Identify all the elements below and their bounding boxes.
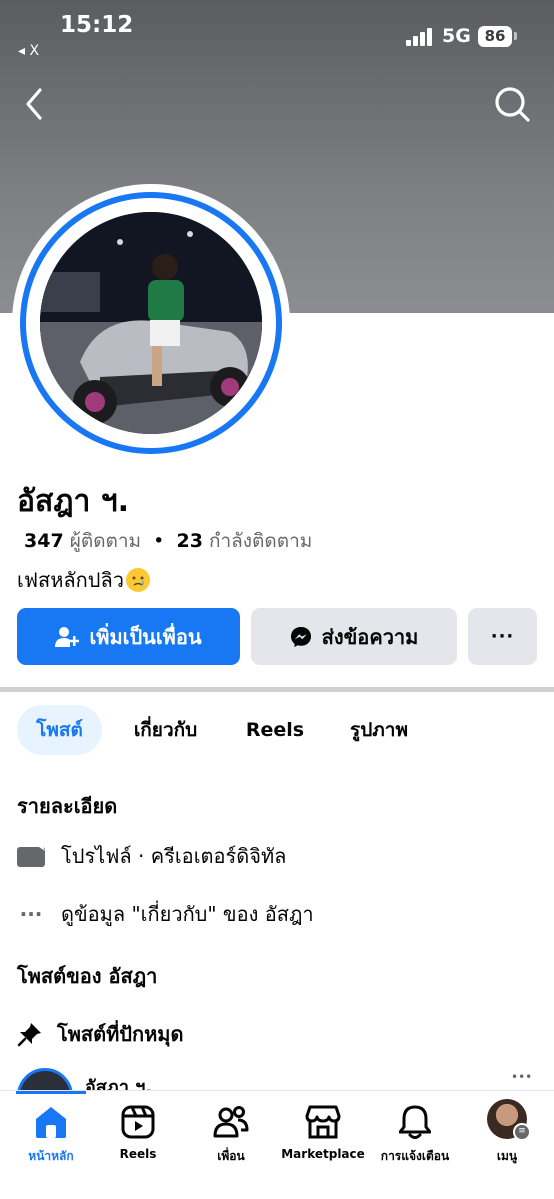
bell-icon <box>399 1105 431 1139</box>
clapperboard-icon <box>17 845 45 867</box>
nav-menu[interactable]: ≡ เมนู <box>472 1091 542 1171</box>
details-title: รายละเอียด <box>17 794 118 818</box>
bottom-navigation: หน้าหลัก Reels เพื่อน Marketplace การแจ้… <box>0 1090 554 1199</box>
messenger-icon <box>290 626 311 647</box>
search-icon <box>495 87 530 122</box>
nav-notifications[interactable]: การแจ้งเตือน <box>378 1091 452 1171</box>
bio-text: เฟสหลักปลิว <box>17 568 124 592</box>
more-options-button[interactable]: ··· <box>468 608 537 665</box>
pin-icon <box>17 1021 43 1047</box>
post-author-avatar[interactable] <box>17 1068 73 1090</box>
avatar-photo <box>40 212 262 434</box>
tab-about[interactable]: เกี่ยวกับ <box>118 705 213 755</box>
message-label: ส่งข้อความ <box>321 624 419 649</box>
post-author-name[interactable]: อัสฎา ฯ. <box>85 1072 152 1090</box>
about-info-text: ดูข้อมูล "เกี่ยวกับ" ของ อัสฎา <box>61 902 314 926</box>
battery-icon: 86 <box>478 26 512 47</box>
profile-name: อัสฎา ฯ. <box>17 484 130 519</box>
menu-badge-icon: ≡ <box>513 1123 531 1141</box>
about-info-row[interactable]: ··· ดูข้อมูล "เกี่ยวกับ" ของ อัสฎา <box>17 898 314 930</box>
profile-type-row: โปรไฟล์ · ครีเอเตอร์ดิจิทัล <box>17 840 286 872</box>
post-more-icon[interactable]: ••• <box>511 1070 532 1084</box>
avatar-ring <box>20 192 282 454</box>
following-label: กำลังติดตาม <box>208 530 313 552</box>
add-friend-icon <box>55 626 80 647</box>
network-type: 5G <box>442 25 471 47</box>
tab-posts[interactable]: โพสต์ <box>17 705 102 755</box>
signal-icon <box>406 28 434 46</box>
profile-type-text: โปรไฟล์ · ครีเอเตอร์ดิจิทัล <box>61 844 287 868</box>
nav-reels[interactable]: Reels <box>103 1091 173 1171</box>
following-count: 23 <box>176 530 203 552</box>
back-button[interactable] <box>16 82 56 126</box>
nav-notifications-label: การแจ้งเตือน <box>380 1149 450 1163</box>
profile-avatar[interactable] <box>12 184 290 462</box>
posts-title: โพสต์ของ อัสฎา <box>17 964 158 988</box>
section-divider <box>0 687 554 692</box>
marketplace-icon <box>305 1105 341 1139</box>
reels-icon <box>121 1105 155 1139</box>
tab-photos[interactable]: รูปภาพ <box>333 705 425 755</box>
back-to-app[interactable]: ◂ X <box>18 43 39 59</box>
stats-separator: • <box>153 530 165 552</box>
nav-menu-label: เมนู <box>496 1149 518 1163</box>
add-friend-button[interactable]: เพิ่มเป็นเพื่อน <box>17 608 240 665</box>
nav-reels-label: Reels <box>119 1147 157 1161</box>
more-horizontal-icon: ··· <box>19 902 43 926</box>
message-button[interactable]: ส่งข้อความ <box>251 608 457 665</box>
post-header[interactable]: อัสฎา ฯ. ••• <box>17 1066 547 1090</box>
pinned-posts-row: โพสต์ที่ปักหมุด <box>17 1018 183 1050</box>
battery-tip <box>514 32 517 40</box>
followers-label: ผู้ติดตาม <box>69 530 142 552</box>
status-bar: 15:12 ◂ X 5G 86 <box>0 0 554 70</box>
nav-home-label: หน้าหลัก <box>28 1149 74 1163</box>
chevron-left-icon <box>26 88 42 120</box>
followers-count: 347 <box>24 530 64 552</box>
follow-stats[interactable]: 347 ผู้ติดตาม • 23 กำลังติดตาม <box>24 526 312 556</box>
search-button[interactable] <box>490 82 534 126</box>
nav-friends[interactable]: เพื่อน <box>196 1091 266 1171</box>
nav-marketplace-label: Marketplace <box>281 1147 365 1161</box>
home-icon <box>36 1107 66 1138</box>
pinned-label: โพสต์ที่ปักหมุด <box>57 1022 184 1046</box>
status-time: 15:12 <box>60 12 134 38</box>
tab-reels[interactable]: Reels <box>232 705 318 755</box>
nav-friends-label: เพื่อน <box>217 1149 245 1163</box>
add-friend-label: เพิ่มเป็นเพื่อน <box>89 624 202 649</box>
crying-face-emoji-icon <box>125 568 150 592</box>
friends-icon <box>213 1106 249 1138</box>
bio: เฟสหลักปลิว <box>17 564 150 596</box>
more-icon: ··· <box>490 626 515 647</box>
nav-home[interactable]: หน้าหลัก <box>16 1091 86 1171</box>
nav-marketplace[interactable]: Marketplace <box>281 1091 365 1171</box>
